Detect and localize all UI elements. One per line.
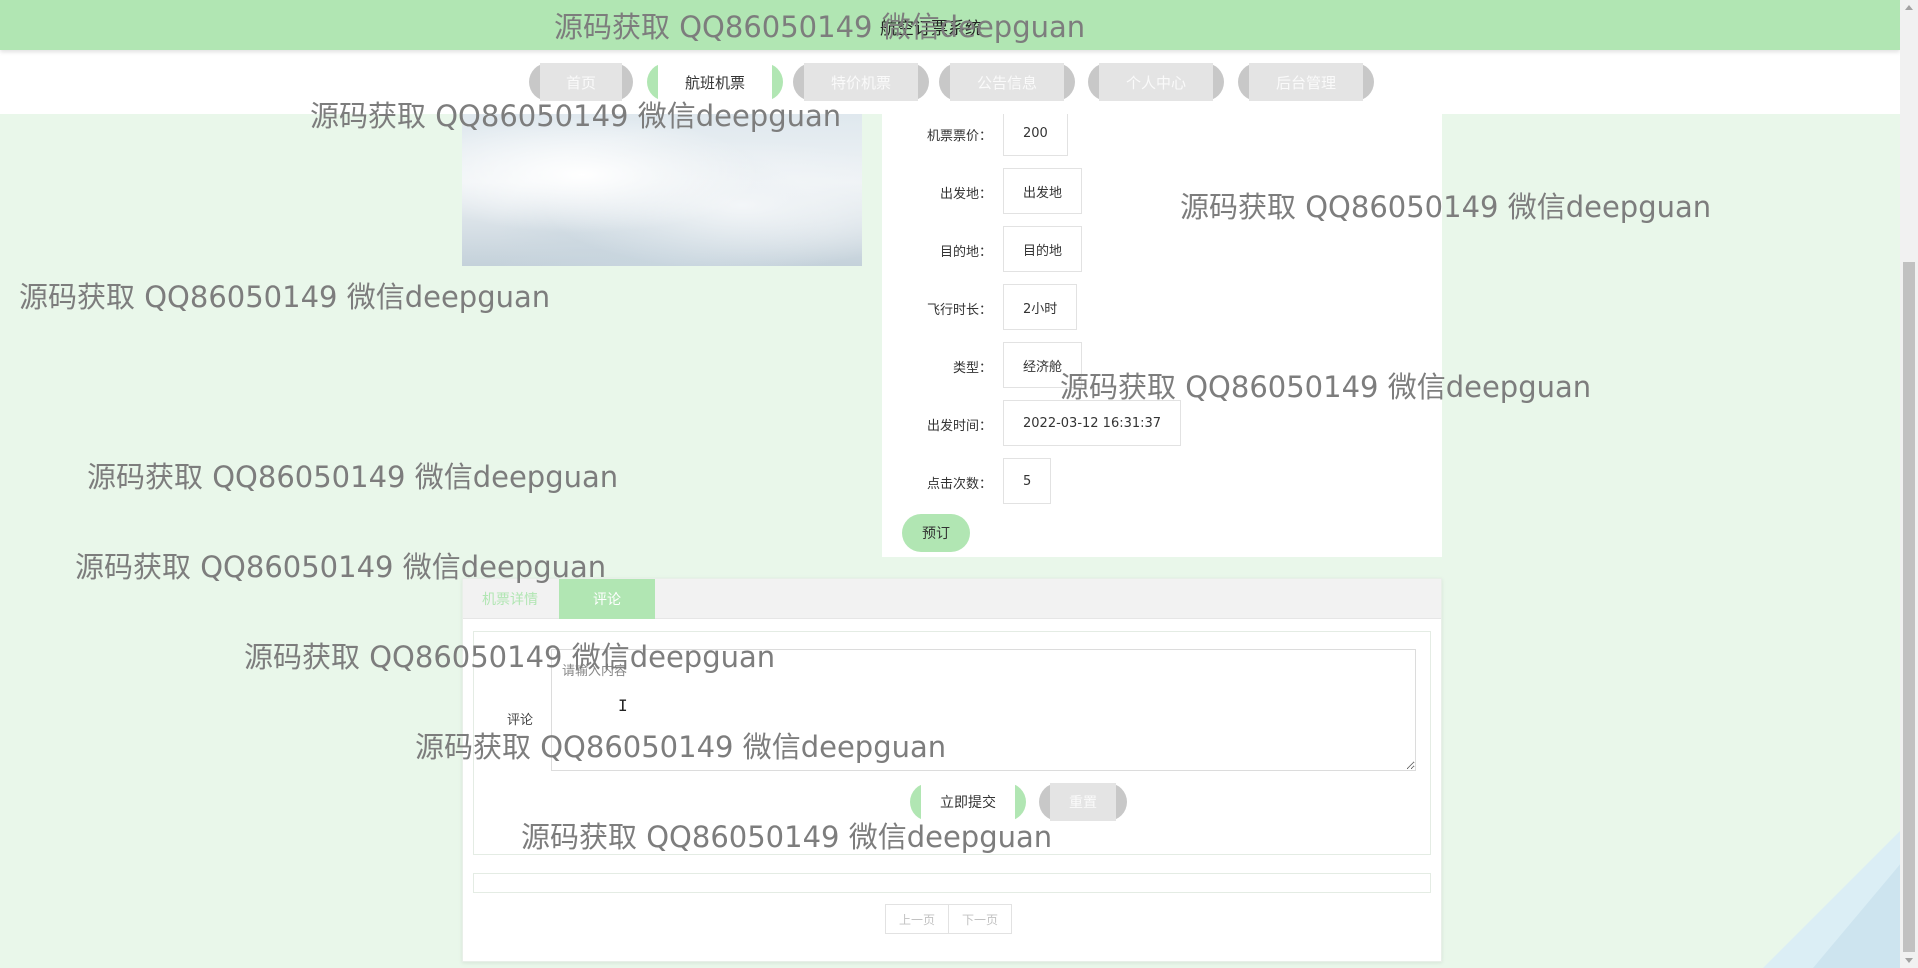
submit-button[interactable]: 立即提交	[910, 783, 1026, 821]
scroll-thumb[interactable]	[1903, 262, 1915, 952]
field-click-count: 点击次数： 5	[882, 458, 1442, 504]
tab-card: 机票详情 评论 评论 I 立即提交 重置 上一页 下一页	[462, 578, 1442, 962]
field-value: 2022-03-12 16:31:37	[1003, 400, 1182, 446]
tab-ticket-details[interactable]: 机票详情	[463, 579, 557, 619]
next-page-button[interactable]: 下一页	[949, 904, 1013, 934]
field-label: 类型：	[952, 361, 992, 376]
field-label: 点击次数：	[926, 477, 992, 492]
field-label: 飞行时长：	[926, 303, 992, 318]
nav-item-special-tickets[interactable]: 特价机票	[793, 63, 929, 101]
field-label: 出发地：	[939, 187, 992, 202]
nav-item-personal-center[interactable]: 个人中心	[1088, 63, 1224, 101]
nav-item-flight-tickets[interactable]: 航班机票	[647, 63, 783, 101]
nav-item-home[interactable]: 首页	[529, 63, 633, 101]
flight-image	[462, 114, 862, 266]
nav-item-admin[interactable]: 后台管理	[1238, 63, 1374, 101]
watermark: 源码获取 QQ86050149 微信deepguan	[19, 280, 551, 314]
tab-comments[interactable]: 评论	[559, 579, 655, 619]
comment-label: 评论	[507, 713, 534, 728]
field-value: 出发地	[1003, 168, 1083, 214]
nav-item-label: 公告信息	[950, 63, 1064, 101]
field-destination: 目的地： 目的地	[882, 226, 1442, 272]
prev-page-button[interactable]: 上一页	[885, 904, 950, 934]
comment-form: 评论 I 立即提交 重置	[473, 631, 1431, 855]
scroll-down-icon[interactable]	[1905, 958, 1913, 963]
nav-item-label: 首页	[540, 63, 622, 101]
field-price: 机票票价： 200	[882, 110, 1442, 156]
flight-detail-panel: 机票票价： 200 出发地： 出发地 目的地： 目的地 飞行时长： 2小时 类型…	[882, 110, 1442, 557]
field-origin: 出发地： 出发地	[882, 168, 1442, 214]
watermark: 源码获取 QQ86050149 微信deepguan	[87, 460, 619, 494]
nav-item-label: 航班机票	[658, 63, 772, 101]
field-value: 5	[1003, 458, 1052, 504]
pagination: 上一页 下一页	[885, 904, 1013, 934]
submit-button-label: 立即提交	[921, 783, 1015, 821]
field-label: 机票票价：	[926, 129, 992, 144]
main-nav: 首页 航班机票 特价机票 公告信息 个人中心 后台管理	[0, 50, 1900, 114]
reset-button-label: 重置	[1050, 783, 1116, 821]
tab-bar: 机票详情 评论	[463, 579, 1441, 619]
nav-item-announcements[interactable]: 公告信息	[939, 63, 1075, 101]
field-value: 经济舱	[1003, 342, 1083, 388]
book-button[interactable]: 预订	[902, 514, 970, 552]
field-label: 目的地：	[939, 245, 992, 260]
site-title: 航空订票系统	[880, 19, 982, 39]
field-value: 200	[1003, 110, 1068, 156]
page-scrollbar[interactable]	[1900, 0, 1918, 968]
header-bar: 航空订票系统	[0, 0, 1900, 50]
reset-button[interactable]: 重置	[1039, 783, 1127, 821]
field-departure-time: 出发时间： 2022-03-12 16:31:37	[882, 400, 1442, 446]
field-value: 2小时	[1003, 284, 1078, 330]
field-cabin-type: 类型： 经济舱	[882, 342, 1442, 388]
nav-item-label: 后台管理	[1249, 63, 1363, 101]
nav-item-label: 个人中心	[1099, 63, 1213, 101]
nav-item-label: 特价机票	[804, 63, 918, 101]
field-duration: 飞行时长： 2小时	[882, 284, 1442, 330]
field-label: 出发时间：	[926, 419, 992, 434]
text-cursor-icon: I	[618, 696, 628, 715]
field-value: 目的地	[1003, 226, 1083, 272]
comment-textarea[interactable]	[551, 649, 1416, 771]
scroll-up-icon[interactable]	[1905, 5, 1913, 10]
comment-list	[473, 873, 1431, 893]
